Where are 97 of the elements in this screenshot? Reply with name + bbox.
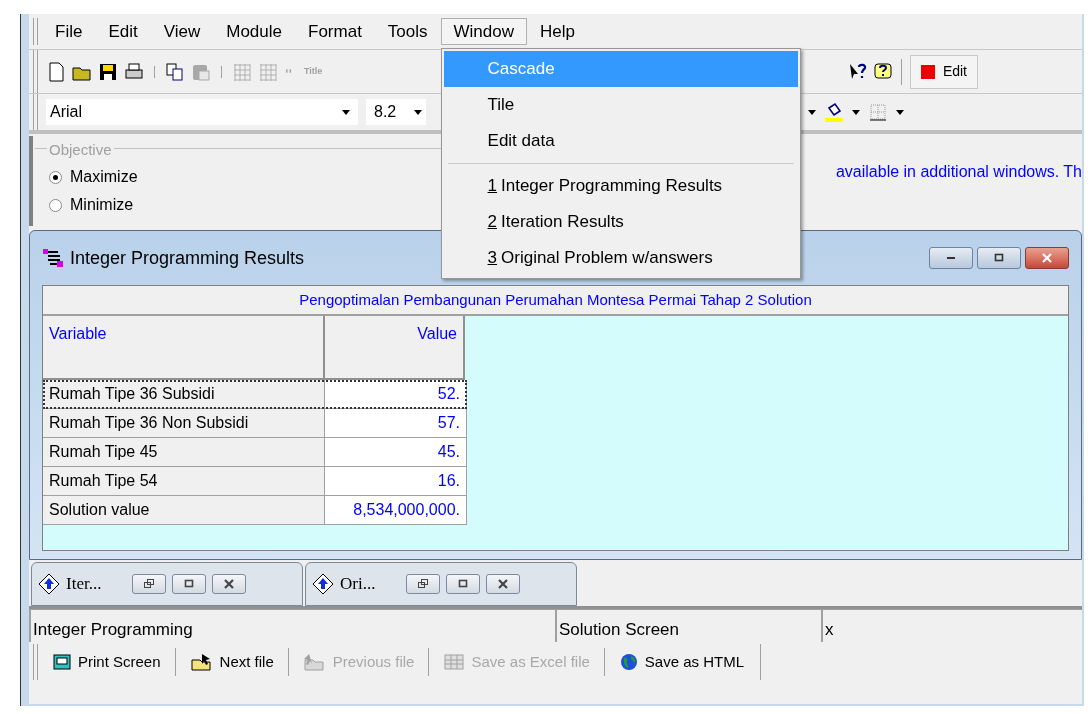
window-title: Ori... [340, 573, 377, 596]
window-title: Iter... [66, 573, 103, 596]
edit-label: Edit [942, 62, 967, 81]
help-icon[interactable] [872, 61, 893, 82]
toolbar-button[interactable]: Print Screen [42, 644, 171, 680]
menu-item[interactable]: Edit [95, 18, 151, 45]
menu-item[interactable]: Tools [374, 18, 441, 45]
restore-icon [416, 578, 430, 590]
radio-button[interactable] [49, 198, 62, 212]
save-icon[interactable] [98, 61, 118, 82]
caret-icon [414, 109, 422, 115]
borders-icon[interactable] [868, 102, 888, 122]
menu-option[interactable]: 3 Original Problem w/answers [443, 240, 798, 276]
table-cell: 45. [325, 438, 467, 467]
size-combo[interactable]: 8.2 [366, 99, 426, 125]
menu-option-label: Integer Programming Results [501, 175, 723, 198]
close-icon [1040, 252, 1054, 264]
radio-label: Maximize [70, 167, 138, 187]
table-row[interactable]: Rumah Tipe 45 45. [43, 438, 467, 467]
maximize-button[interactable] [172, 574, 206, 594]
table-row[interactable]: Rumah Tipe 36 Non Subsidi 57. [43, 409, 467, 438]
menu-option-label: Iteration Results [501, 211, 624, 234]
close-button[interactable] [1025, 247, 1069, 269]
menu-option[interactable]: Tile [443, 87, 798, 123]
restore-button[interactable] [132, 574, 166, 594]
font-size: 8.2 [374, 102, 397, 122]
maximize-icon [992, 252, 1006, 264]
edit-button[interactable]: Edit [909, 54, 978, 89]
globe-icon [618, 652, 639, 672]
table-cell: Solution value [43, 496, 325, 525]
diamond-arrow-icon [312, 573, 334, 595]
copy-icon[interactable] [165, 61, 185, 82]
restore-button[interactable] [406, 574, 440, 594]
radio-label: Minimize [70, 195, 134, 215]
diamond-arrow-icon [38, 573, 60, 595]
status-field: Solution Screen [555, 609, 821, 642]
table-cell: Rumah Tipe 36 Subsidi [43, 380, 325, 409]
menu-item[interactable]: Format [295, 18, 375, 45]
font-combo[interactable]: Arial [46, 99, 358, 125]
maximize-icon [182, 578, 196, 590]
close-button[interactable] [212, 574, 246, 594]
menu-item[interactable]: Help [527, 18, 588, 45]
info-text: available in additional windows. Th [835, 162, 1082, 182]
font-name: Arial [50, 102, 82, 122]
table-row[interactable]: Rumah Tipe 36 Subsidi 52. [43, 380, 467, 409]
maximize-icon [456, 578, 470, 590]
list-icon [42, 248, 64, 268]
table-row[interactable]: Solution value 8,534,000,000. [43, 496, 467, 525]
caret-icon [342, 109, 350, 115]
menu-item[interactable]: View [150, 18, 214, 45]
table-row[interactable]: Rumah Tipe 54 16. [43, 467, 467, 496]
menu-option-label: Original Problem w/answers [501, 247, 713, 270]
maximize-button[interactable] [977, 247, 1021, 269]
menu-item[interactable]: Module [213, 18, 295, 45]
close-button[interactable] [486, 574, 520, 594]
restore-icon [142, 578, 156, 590]
menu-item[interactable]: Window [440, 18, 527, 45]
menu-item[interactable]: File [42, 18, 96, 45]
menu-option[interactable]: 1 Integer Programming Results [443, 168, 798, 204]
toolbar-button[interactable]: Save as HTML [608, 644, 762, 680]
minimize-icon [947, 257, 955, 259]
table-cell: Rumah Tipe 45 [43, 438, 325, 467]
grid-icon [443, 652, 466, 672]
table-cell: 8,534,000,000. [325, 496, 467, 525]
column-header: Variable [43, 316, 325, 380]
menu-option-label: Edit data [487, 130, 555, 153]
menu-option[interactable]: Edit data [443, 123, 798, 159]
table-cell: Rumah Tipe 54 [43, 467, 325, 496]
minimized-window[interactable]: Iter... [31, 562, 303, 606]
radio-button[interactable] [49, 170, 62, 184]
status-field: x [821, 609, 1082, 642]
table-cell: 16. [325, 467, 467, 496]
folder-arrow-icon [189, 652, 214, 672]
menu-option-label: Cascade [487, 58, 555, 81]
caret-icon[interactable] [852, 109, 860, 115]
table-cell: 57. [325, 409, 467, 438]
new-file-icon[interactable] [46, 61, 66, 82]
stop-icon [920, 64, 935, 79]
shortcut-number: 1 [487, 175, 497, 198]
maximize-button[interactable] [446, 574, 480, 594]
menu-option-label: Tile [487, 94, 515, 117]
caret-icon[interactable] [896, 109, 904, 115]
window-title: Integer Programming Results [70, 246, 305, 270]
toolbar-button[interactable]: Next file [179, 644, 284, 680]
shortcut-number: 3 [487, 247, 497, 270]
caret-icon[interactable] [808, 109, 816, 115]
column-header: Value [325, 316, 465, 380]
status-field: Integer Programming [29, 609, 555, 642]
menu-option[interactable]: 2 Iteration Results [443, 204, 798, 240]
table-cell: Rumah Tipe 36 Non Subsidi [43, 409, 325, 438]
shortcut-number: 2 [487, 211, 497, 234]
close-icon [496, 578, 510, 590]
table-title: Pengoptimalan Pembangunan Perumahan Montesa Permai Tahap 2 Solution [43, 286, 1068, 316]
minimized-window[interactable]: Ori... [305, 562, 577, 606]
folder-arrow-icon [302, 652, 327, 672]
close-icon [222, 578, 236, 590]
table-cell: 52. [325, 380, 467, 409]
